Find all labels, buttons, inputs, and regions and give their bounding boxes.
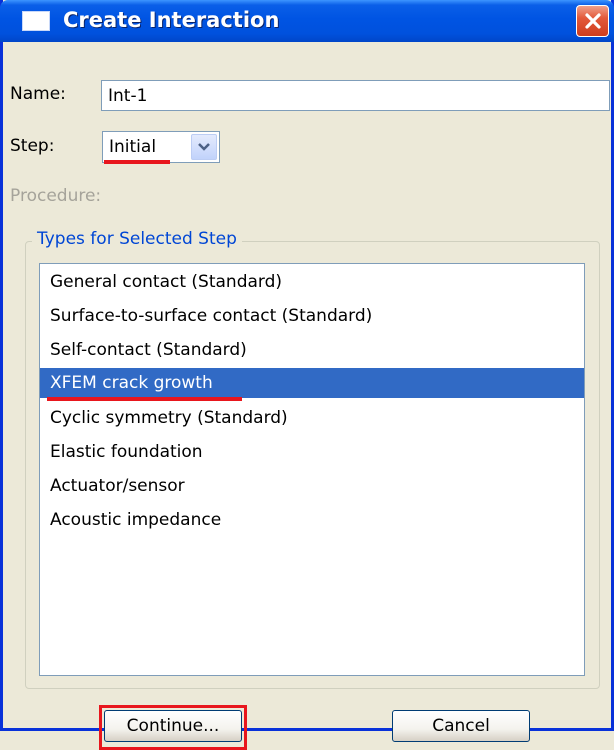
list-item[interactable]: Elastic foundation <box>40 437 584 467</box>
dropdown-button[interactable] <box>191 134 217 160</box>
list-item[interactable]: Surface-to-surface contact (Standard) <box>40 301 584 331</box>
list-item[interactable]: Cyclic symmetry (Standard) <box>40 403 584 433</box>
title-bar[interactable]: Create Interaction <box>0 0 614 42</box>
list-item[interactable]: General contact (Standard) <box>40 267 584 297</box>
types-group-label: Types for Selected Step <box>32 229 242 249</box>
list-item-selected[interactable]: XFEM crack growth <box>40 368 584 398</box>
name-label: Name: <box>10 84 66 104</box>
list-item[interactable]: Actuator/sensor <box>40 471 584 501</box>
close-icon <box>585 13 601 29</box>
window-icon <box>22 11 50 31</box>
list-item[interactable]: Self-contact (Standard) <box>40 335 584 365</box>
step-value: Initial <box>109 137 157 157</box>
step-select[interactable]: Initial <box>102 131 220 163</box>
name-field[interactable] <box>101 80 610 111</box>
procedure-label: Procedure: <box>10 186 102 206</box>
step-label: Step: <box>10 136 55 156</box>
interaction-types-list[interactable]: General contact (Standard) Surface-to-su… <box>39 263 585 676</box>
window-title: Create Interaction <box>63 8 280 32</box>
close-button[interactable] <box>576 5 609 37</box>
name-input[interactable] <box>102 81 609 110</box>
list-item[interactable]: Acoustic impedance <box>40 505 584 535</box>
cancel-button[interactable]: Cancel <box>392 710 530 742</box>
selection-annotation-underline <box>47 397 242 401</box>
chevron-down-icon <box>198 143 210 151</box>
step-annotation-underline <box>104 160 170 164</box>
continue-annotation-box <box>99 705 247 750</box>
create-interaction-dialog: Create Interaction Name: Step: Initial P… <box>0 0 614 750</box>
